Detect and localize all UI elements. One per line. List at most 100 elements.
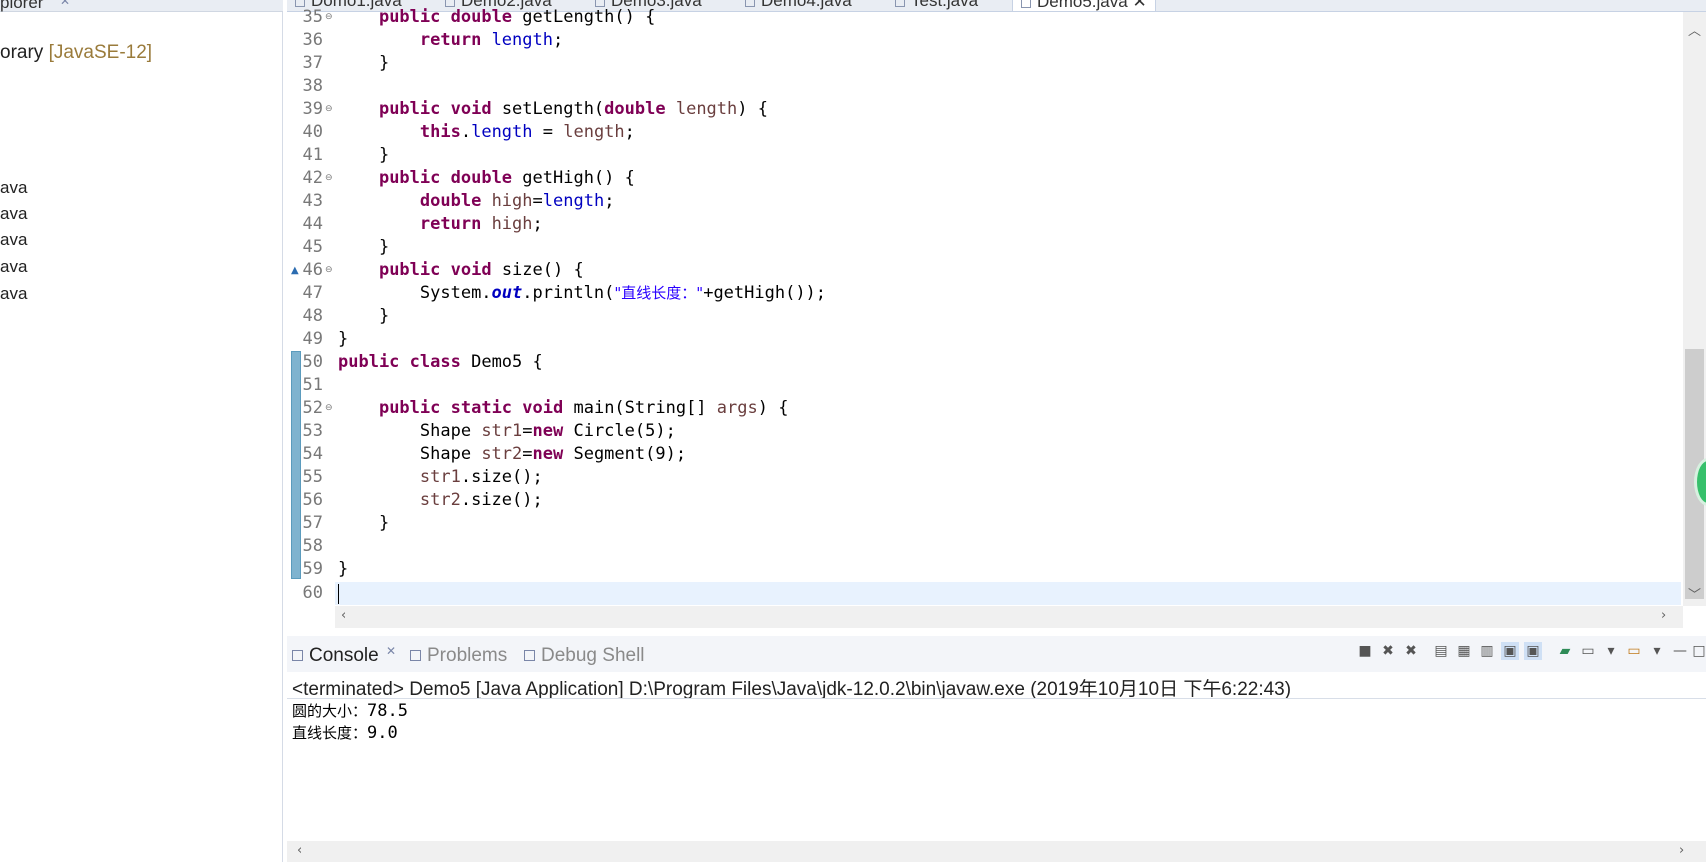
explorer-header: plorer ✕ [0, 0, 283, 12]
code-line: } [378, 237, 390, 257]
display-console-icon[interactable]: ▭ [1579, 642, 1597, 660]
code-line: } [338, 559, 349, 579]
pin-console-icon[interactable]: ▰ [1556, 642, 1574, 660]
line-number: 37 [302, 53, 323, 73]
fold-toggle-icon[interactable]: ⊖ [325, 259, 333, 282]
line-number-gutter: 35 36 37 38 39 40 41 42 43 44 45 46 47 4… [287, 7, 335, 606]
code-line: } [378, 306, 390, 326]
code-line: public double getLength() { [378, 7, 656, 27]
line-number: 51 [302, 375, 323, 395]
explorer-title: plorer [0, 0, 44, 12]
jre-label: orary [0, 42, 44, 63]
code-line: Shape str2=new Segment(9); [419, 444, 687, 464]
editor-vertical-scrollbar[interactable]: ︿ ﹀ [1683, 12, 1706, 606]
code-line: public double getHigh() { [378, 168, 635, 188]
file-item[interactable]: ava [0, 284, 27, 304]
override-marker-icon[interactable]: ▲ [291, 259, 299, 282]
code-line: System.out.println("直线长度："+getHigh()); [419, 283, 827, 303]
code-line: Shape str1=new Circle(5); [419, 421, 676, 441]
code-line: } [338, 329, 349, 349]
fold-toggle-icon[interactable]: ⊖ [325, 167, 333, 190]
scroll-down-icon[interactable]: ﹀ [1688, 584, 1701, 603]
show-on-stdout-icon[interactable]: ▣ [1501, 642, 1519, 660]
jre-library-item[interactable]: orary [JavaSE-12] [0, 42, 152, 64]
java-file-icon [895, 0, 905, 7]
console-status-line: <terminated> Demo5 [Java Application] D:… [292, 679, 1292, 700]
problems-icon [410, 650, 421, 662]
console-output-line: 直线长度：9.0 [292, 723, 398, 743]
java-file-icon [745, 0, 755, 7]
clear-console-icon[interactable]: ▤ [1432, 642, 1450, 660]
line-number: 49 [302, 329, 323, 349]
code-line: double high=length; [419, 191, 615, 211]
word-wrap-icon[interactable]: ▥ [1478, 642, 1496, 660]
console-output-line: 圆的大小：78.5 [292, 701, 408, 721]
line-number: 50 [302, 352, 323, 372]
line-number: 35 [302, 7, 323, 27]
code-line: } [378, 53, 390, 73]
code-line: public void size() { [378, 260, 584, 280]
tab-debug-shell[interactable]: Debug Shell [524, 645, 645, 667]
fold-toggle-icon[interactable]: ⊖ [325, 98, 333, 121]
fold-toggle-icon[interactable]: ⊖ [325, 6, 333, 29]
scroll-up-icon[interactable]: ︿ [1688, 20, 1701, 39]
chevron-down-icon[interactable]: ▾ [1602, 642, 1620, 660]
tab-console[interactable]: Console [292, 645, 379, 667]
jre-tag: [JavaSE-12] [48, 42, 153, 63]
remove-launch-icon[interactable]: ✖ [1379, 642, 1397, 660]
line-number: 39 [302, 99, 323, 119]
debug-shell-icon [524, 650, 535, 662]
file-item[interactable]: ava [0, 230, 27, 250]
minimize-icon[interactable]: — [1671, 642, 1689, 660]
current-line-highlight [335, 582, 1681, 605]
line-number: 55 [302, 467, 323, 487]
close-icon[interactable]: ✕ [60, 0, 70, 8]
line-number: 58 [302, 536, 323, 556]
line-number: 57 [302, 513, 323, 533]
tab-test[interactable]: Test.java [895, 0, 978, 11]
line-number: 41 [302, 145, 323, 165]
line-number: 44 [302, 214, 323, 234]
scroll-left-icon[interactable]: ‹ [297, 843, 302, 858]
show-on-stderr-icon[interactable]: ▣ [1524, 642, 1542, 660]
open-console-icon[interactable]: ▭ [1625, 642, 1643, 660]
fold-toggle-icon[interactable]: ⊖ [325, 397, 333, 420]
code-line: } [378, 513, 390, 533]
scroll-lock-icon[interactable]: ▦ [1455, 642, 1473, 660]
code-line: public class Demo5 { [338, 352, 543, 372]
scroll-right-icon[interactable]: › [1679, 843, 1684, 858]
line-number: 59 [302, 559, 323, 579]
close-icon[interactable]: ✕ [1132, 0, 1146, 11]
remove-all-terminated-icon[interactable]: ✖ [1402, 642, 1420, 660]
line-number: 54 [302, 444, 323, 464]
tab-problems[interactable]: Problems [410, 645, 507, 667]
terminate-icon[interactable]: ■ [1356, 642, 1374, 660]
package-explorer: plorer ✕ orary [JavaSE-12] ava ava ava a… [0, 0, 283, 862]
line-number: 60 [302, 583, 323, 603]
maximize-icon[interactable]: □ [1690, 642, 1706, 660]
file-item[interactable]: ava [0, 257, 27, 277]
code-line: } [378, 145, 390, 165]
scroll-right-icon[interactable]: › [1661, 608, 1666, 623]
divider [287, 698, 1706, 699]
file-item[interactable]: ava [0, 204, 27, 224]
close-icon[interactable]: ✕ [386, 644, 396, 658]
scroll-left-icon[interactable]: ‹ [341, 608, 346, 623]
text-caret [338, 584, 339, 604]
line-number: 47 [302, 283, 323, 303]
line-number: 40 [302, 122, 323, 142]
console-icon [292, 650, 303, 662]
chevron-down-icon[interactable]: ▾ [1648, 642, 1666, 660]
code-line: public void setLength(double length) { [378, 99, 768, 119]
line-number: 36 [302, 30, 323, 50]
console-horizontal-scrollbar[interactable]: ‹ › [287, 841, 1706, 862]
editor-horizontal-scrollbar[interactable]: ‹ › [335, 606, 1683, 628]
line-number: 45 [302, 237, 323, 257]
line-number: 53 [302, 421, 323, 441]
tab-demo5[interactable]: Demo5.java ✕ [1012, 0, 1156, 11]
code-line: return high; [419, 214, 543, 234]
code-line: str1.size(); [419, 467, 543, 487]
file-item[interactable]: ava [0, 178, 27, 198]
tab-demo4[interactable]: Demo4.java [745, 0, 852, 11]
code-line: return length; [419, 30, 564, 50]
